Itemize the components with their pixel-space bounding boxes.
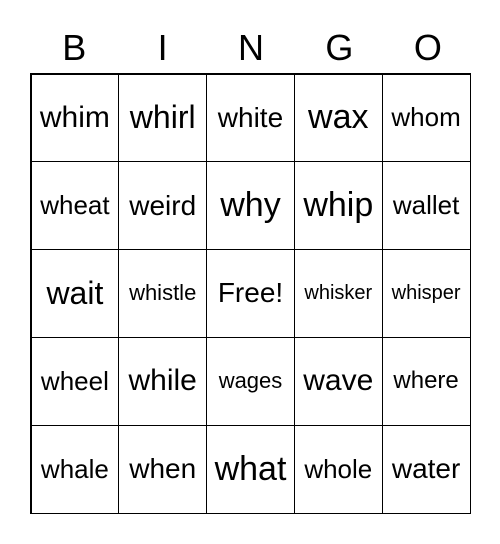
bingo-cell[interactable]: white xyxy=(206,73,295,163)
bingo-grid: whim whirl white wax whom wheat weird why whip wa… xyxy=(30,73,471,514)
bingo-cell[interactable]: whom xyxy=(381,73,471,163)
bingo-cell[interactable]: why xyxy=(206,161,295,251)
bingo-cell[interactable]: whip xyxy=(293,161,383,251)
bingo-cell[interactable]: wheel xyxy=(30,336,120,426)
header-letter-b: B xyxy=(62,27,87,68)
bingo-cell[interactable]: wait xyxy=(30,249,120,338)
header-letter-i: I xyxy=(157,27,168,68)
header-letter-n: N xyxy=(238,27,265,68)
bingo-cell[interactable]: where xyxy=(381,336,471,426)
bingo-cell[interactable]: wallet xyxy=(381,161,471,251)
bingo-cell[interactable]: wheat xyxy=(30,161,120,251)
bingo-cell[interactable]: wax xyxy=(293,73,383,163)
free-space-cell[interactable]: Free! xyxy=(206,249,295,338)
bingo-cell[interactable]: what xyxy=(206,424,295,514)
bingo-cell[interactable]: weird xyxy=(118,161,208,251)
bingo-cell[interactable]: wave xyxy=(293,336,383,426)
bingo-cell[interactable]: whisker xyxy=(293,249,383,338)
header-letter-g: G xyxy=(325,27,354,68)
bingo-cell[interactable]: whisper xyxy=(381,249,471,338)
bingo-header: B I N G O xyxy=(30,26,472,70)
bingo-cell[interactable]: whistle xyxy=(118,249,208,338)
bingo-cell[interactable]: water xyxy=(381,424,471,514)
bingo-cell[interactable]: whim xyxy=(30,73,120,163)
bingo-cell[interactable]: whole xyxy=(293,424,383,514)
bingo-cell[interactable]: whirl xyxy=(118,73,208,163)
header-letter-o: O xyxy=(413,27,442,68)
bingo-cell[interactable]: wages xyxy=(206,336,295,426)
bingo-cell[interactable]: while xyxy=(118,336,208,426)
bingo-cell[interactable]: whale xyxy=(30,424,120,514)
bingo-cell[interactable]: when xyxy=(118,424,208,514)
